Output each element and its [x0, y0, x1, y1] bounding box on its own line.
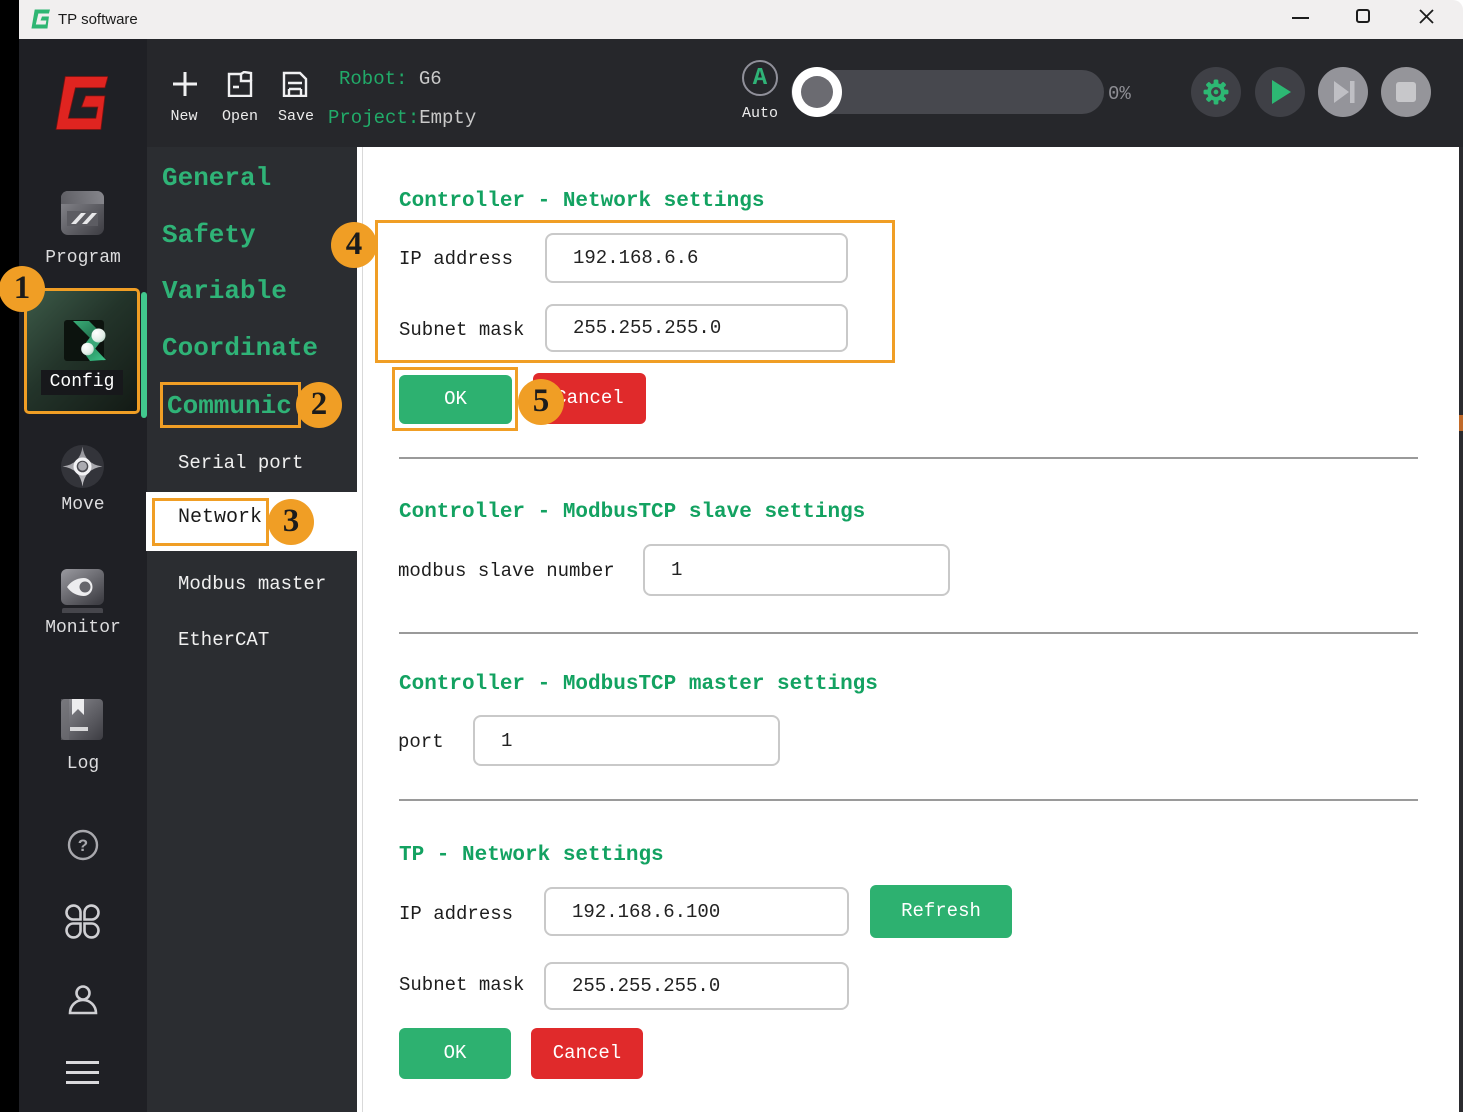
- svg-text:?: ?: [78, 836, 88, 855]
